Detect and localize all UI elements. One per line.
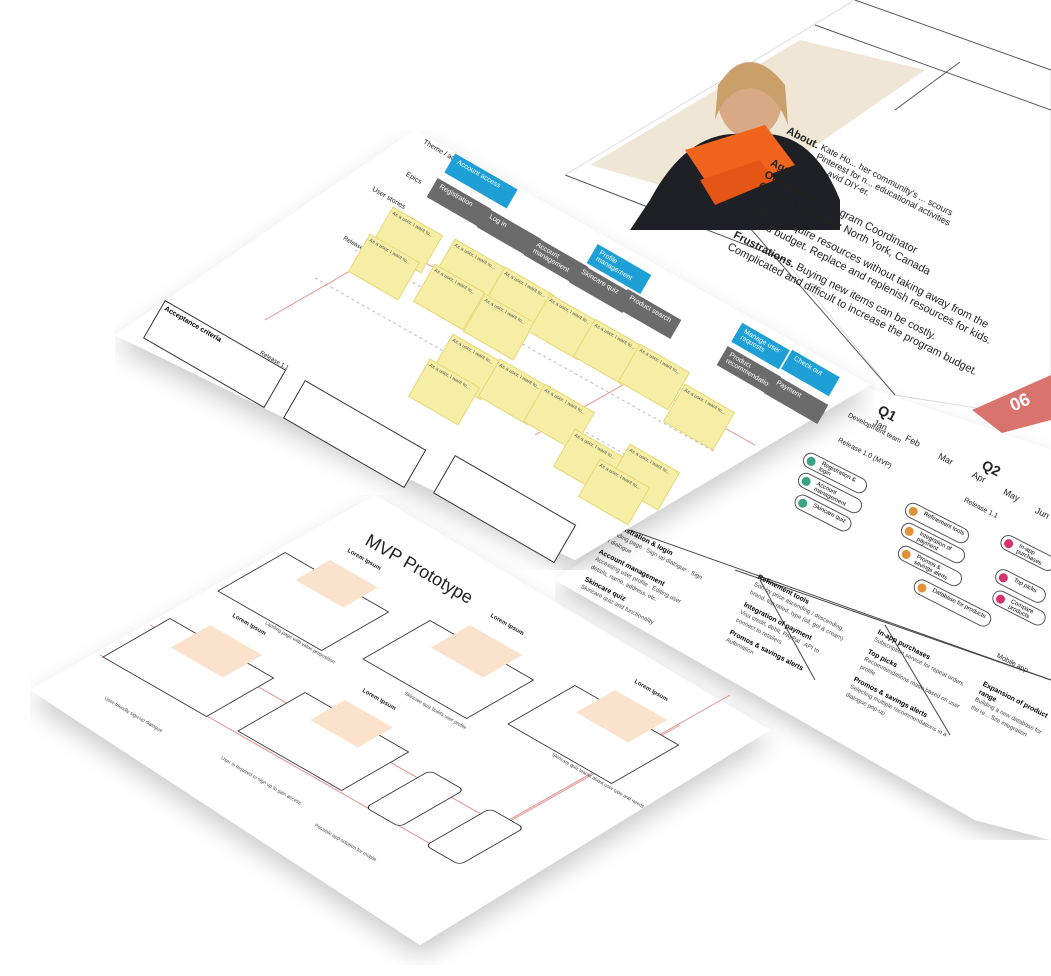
status-dot	[997, 571, 1010, 584]
status-dot	[1002, 537, 1015, 550]
status-dot	[903, 525, 916, 538]
status-dot	[915, 581, 929, 595]
status-dot	[907, 505, 920, 518]
status-dot	[994, 593, 1007, 606]
status-dot	[900, 548, 913, 561]
